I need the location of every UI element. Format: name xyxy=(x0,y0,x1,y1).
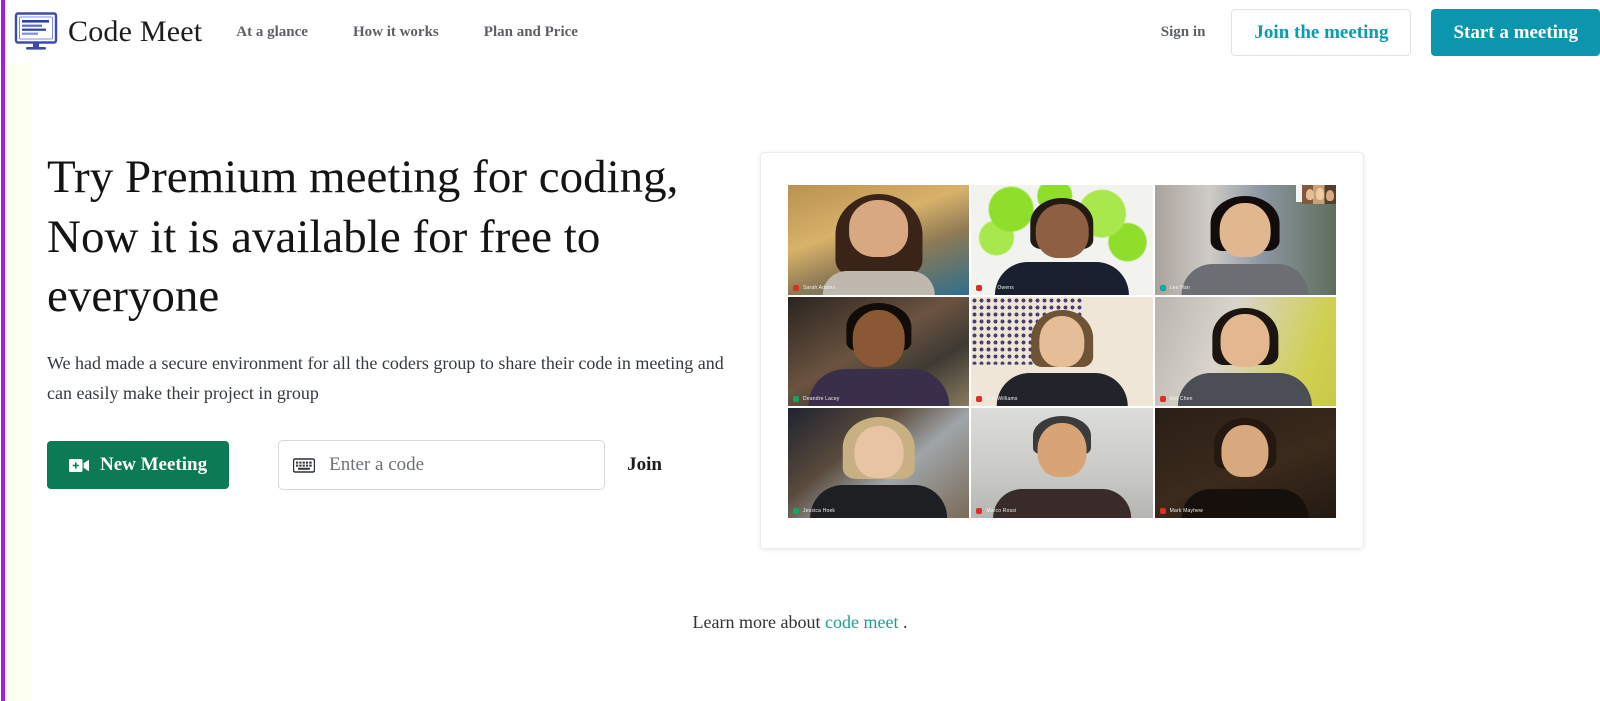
header-actions: Sign in Join the meeting Start a meeting xyxy=(1161,8,1600,56)
participant-name-label: Eric Williams xyxy=(976,396,1018,403)
monitor-code-icon xyxy=(14,12,58,50)
brand-name: Code Meet xyxy=(68,15,203,48)
participant-name: Lee Han xyxy=(1169,284,1190,291)
participant-head xyxy=(848,200,909,258)
mic-status-dot xyxy=(976,507,983,514)
participant-head xyxy=(1220,314,1270,367)
main-nav: At a glance How it works Plan and Price xyxy=(236,24,578,41)
participant-tile[interactable]: Jessica Hoek xyxy=(788,408,970,518)
page-title: Try Premium meeting for coding, Now it i… xyxy=(47,151,679,323)
mic-status-dot xyxy=(976,284,983,291)
participant-head xyxy=(854,425,904,479)
participant-tile[interactable]: Sarah Adams xyxy=(788,185,970,295)
code-meet-link[interactable]: code meet xyxy=(825,612,898,632)
participant-name: Eric Williams xyxy=(986,396,1018,403)
video-camera-plus-icon xyxy=(69,458,89,472)
participant-name: Deandre Lacey xyxy=(803,396,840,403)
mic-status-dot xyxy=(793,284,799,291)
meeting-code-input[interactable] xyxy=(327,441,591,490)
participant-head xyxy=(1219,202,1271,258)
participant-name: Jessica Hoek xyxy=(803,507,836,514)
participant-body xyxy=(822,270,935,295)
participant-name: Ben Owens xyxy=(986,284,1014,291)
participant-head xyxy=(1039,316,1085,367)
participant-name-label: Deandre Lacey xyxy=(793,396,840,403)
join-the-meeting-button[interactable]: Join the meeting xyxy=(1231,8,1412,56)
participant-name: Mark Mayhew xyxy=(1169,507,1203,514)
participant-head xyxy=(852,309,905,367)
hero-right-column: Sarah Adams Ben Owens Lee Han Deandre La… xyxy=(760,64,1364,549)
participant-tile[interactable]: Marco Rossi xyxy=(971,408,1153,518)
hero-section: Try Premium meeting for coding, Now it i… xyxy=(0,64,1600,604)
mic-status-dot xyxy=(1159,396,1166,403)
participant-tile[interactable]: Mark Mayhew xyxy=(1154,408,1336,518)
video-meeting-card: Sarah Adams Ben Owens Lee Han Deandre La… xyxy=(760,152,1364,549)
mic-status-dot xyxy=(793,507,799,514)
learn-more-suffix: . xyxy=(898,612,908,632)
start-a-meeting-button[interactable]: Start a meeting xyxy=(1431,8,1600,56)
hero-actions: New Meeting Enter a code Join xyxy=(47,440,760,491)
mic-status-dot xyxy=(976,396,983,403)
sign-in-link[interactable]: Sign in xyxy=(1161,24,1206,41)
nav-item-plan-and-price[interactable]: Plan and Price xyxy=(484,24,578,41)
participant-name: Sarah Adams xyxy=(803,284,836,291)
participant-name-label: Ben Owens xyxy=(976,284,1014,291)
participant-body xyxy=(1178,373,1313,407)
participant-tile[interactable]: Deandre Lacey xyxy=(788,296,970,407)
left-accent-stripe xyxy=(1,0,5,701)
keyboard-icon xyxy=(293,458,316,473)
participant-body xyxy=(1181,263,1309,295)
site-header: Code Meet At a glance How it works Plan … xyxy=(0,0,1600,64)
participant-body xyxy=(994,261,1130,295)
nav-item-at-a-glance[interactable]: At a glance xyxy=(236,24,308,41)
brand-logo[interactable]: Code Meet xyxy=(14,12,202,52)
participant-grid: Sarah Adams Ben Owens Lee Han Deandre La… xyxy=(788,185,1336,518)
mic-status-dot xyxy=(1159,507,1166,514)
participant-name-label: Mark Mayhew xyxy=(1159,507,1203,514)
participant-head xyxy=(1037,422,1087,478)
participant-name-label: Sarah Adams xyxy=(793,284,836,291)
learn-more-text: Learn more about code meet . xyxy=(0,612,1600,633)
participant-tile[interactable]: Mei Chen xyxy=(1154,296,1336,407)
mic-status-dot xyxy=(1159,284,1166,291)
participant-name: Mei Chen xyxy=(1169,396,1193,403)
self-view-thumbnail[interactable] xyxy=(1302,185,1336,204)
new-meeting-button[interactable]: New Meeting xyxy=(47,441,230,490)
participant-head xyxy=(1221,424,1269,478)
code-input-wrapper[interactable] xyxy=(278,440,606,491)
participant-name: Marco Rossi xyxy=(986,507,1017,514)
new-meeting-label: New Meeting xyxy=(100,454,208,476)
participant-name-label: Mei Chen xyxy=(1159,396,1193,403)
hero-left-column: Try Premium meeting for coding, Now it i… xyxy=(0,64,760,491)
mic-status-dot xyxy=(793,396,799,403)
join-button[interactable]: Join xyxy=(627,454,662,476)
participant-name-label: Jessica Hoek xyxy=(793,507,836,514)
nav-item-how-it-works[interactable]: How it works xyxy=(353,24,439,41)
participant-name-label: Lee Han xyxy=(1159,284,1190,291)
participant-name-label: Marco Rossi xyxy=(976,507,1017,514)
participant-tile[interactable]: Ben Owens xyxy=(971,185,1153,295)
hero-subtitle: We had made a secure environment for all… xyxy=(47,353,724,403)
learn-more-prefix: Learn more about xyxy=(692,612,825,632)
participant-tile[interactable]: Eric Williams xyxy=(971,296,1153,407)
participant-head xyxy=(1035,203,1089,259)
